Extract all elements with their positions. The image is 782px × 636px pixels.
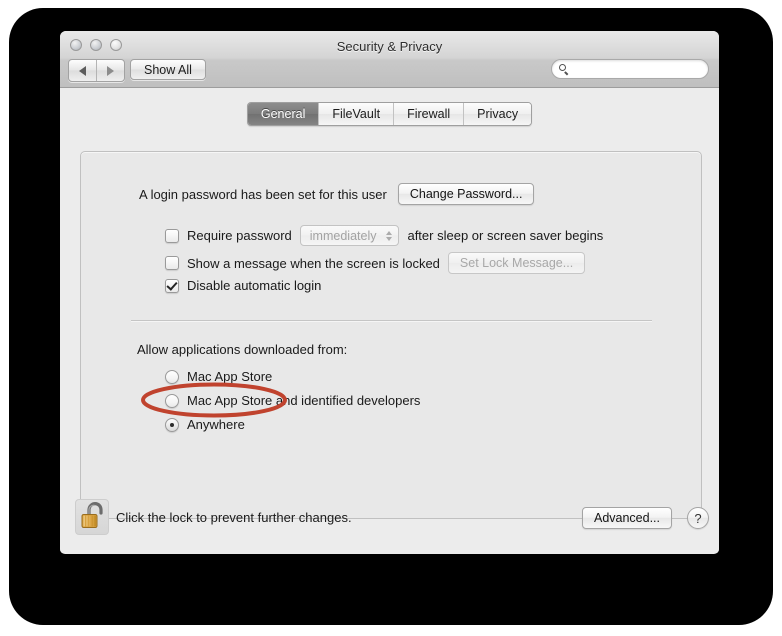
section-divider: [131, 320, 652, 322]
login-password-status: A login password has been set for this u…: [139, 186, 387, 202]
radio-row-anywhere[interactable]: Anywhere: [165, 417, 245, 432]
window-title: Security & Privacy: [336, 39, 443, 54]
radio-row-mac-app-store-and-identified-developers[interactable]: Mac App Store and identified developers: [165, 393, 420, 408]
radio-mac-app-store[interactable]: [165, 369, 179, 384]
disable-automatic-login-row: Disable automatic login: [165, 278, 321, 293]
nav-button-group: [68, 59, 125, 82]
login-password-row: A login password has been set for this u…: [139, 183, 535, 205]
stepper-arrows-icon: [386, 230, 393, 241]
help-button[interactable]: ?: [687, 507, 709, 529]
window-titlebar: Security & Privacy Show All: [60, 31, 719, 88]
show-all-button[interactable]: Show All: [130, 59, 206, 80]
require-password-row: Require password immediately after sleep…: [165, 225, 603, 246]
window-body: General FileVault Firewall Privacy A log…: [60, 88, 719, 553]
radio-label-mac-app-store: Mac App Store: [187, 369, 273, 384]
require-password-delay-popup[interactable]: immediately: [299, 225, 400, 246]
lock-button[interactable]: [75, 499, 109, 535]
set-lock-message-button[interactable]: Set Lock Message...: [447, 252, 586, 274]
radio-anywhere[interactable]: [165, 417, 179, 432]
lock-message-checkbox[interactable]: [165, 256, 179, 270]
search-field[interactable]: [551, 59, 709, 79]
require-password-label: Require password: [187, 228, 292, 243]
back-arrow-icon: [79, 65, 86, 76]
require-password-checkbox[interactable]: [165, 228, 179, 243]
general-pane: A login password has been set for this u…: [80, 151, 702, 519]
forward-arrow-icon: [107, 65, 114, 76]
radio-mac-app-store-and-identified-developers[interactable]: [165, 393, 179, 408]
tab-firewall[interactable]: Firewall: [393, 103, 464, 125]
change-password-button[interactable]: Change Password...: [397, 183, 535, 205]
lock-message-label: Show a message when the screen is locked: [187, 255, 440, 271]
open-padlock-icon: [81, 501, 103, 528]
allow-apps-group-label: Allow applications downloaded from:: [137, 342, 348, 357]
advanced-button[interactable]: Advanced...: [581, 507, 672, 529]
disable-automatic-login-checkbox[interactable]: [165, 278, 179, 293]
tab-bar: General FileVault Firewall Privacy: [60, 102, 719, 126]
require-password-delay-value: immediately: [309, 228, 377, 243]
radio-label-anywhere: Anywhere: [187, 417, 245, 432]
tab-filevault[interactable]: FileVault: [318, 103, 394, 125]
back-button[interactable]: [69, 60, 96, 81]
tab-general[interactable]: General: [247, 103, 319, 125]
tab-privacy[interactable]: Privacy: [463, 103, 532, 125]
forward-button[interactable]: [96, 60, 124, 81]
search-input[interactable]: [574, 61, 703, 77]
search-icon: [559, 63, 570, 75]
lock-hint-text: Click the lock to prevent further change…: [116, 510, 352, 525]
window-footer: Click the lock to prevent further change…: [60, 495, 719, 553]
security-privacy-window: Security & Privacy Show All General File…: [60, 31, 719, 554]
lock-message-row: Show a message when the screen is locked…: [165, 252, 586, 274]
require-password-suffix-label: after sleep or screen saver begins: [407, 228, 604, 243]
radio-row-mac-app-store[interactable]: Mac App Store: [165, 369, 272, 384]
radio-label-mac-app-store-and-identified-developers: Mac App Store and identified developers: [187, 393, 421, 408]
disable-automatic-login-label: Disable automatic login: [187, 278, 322, 293]
